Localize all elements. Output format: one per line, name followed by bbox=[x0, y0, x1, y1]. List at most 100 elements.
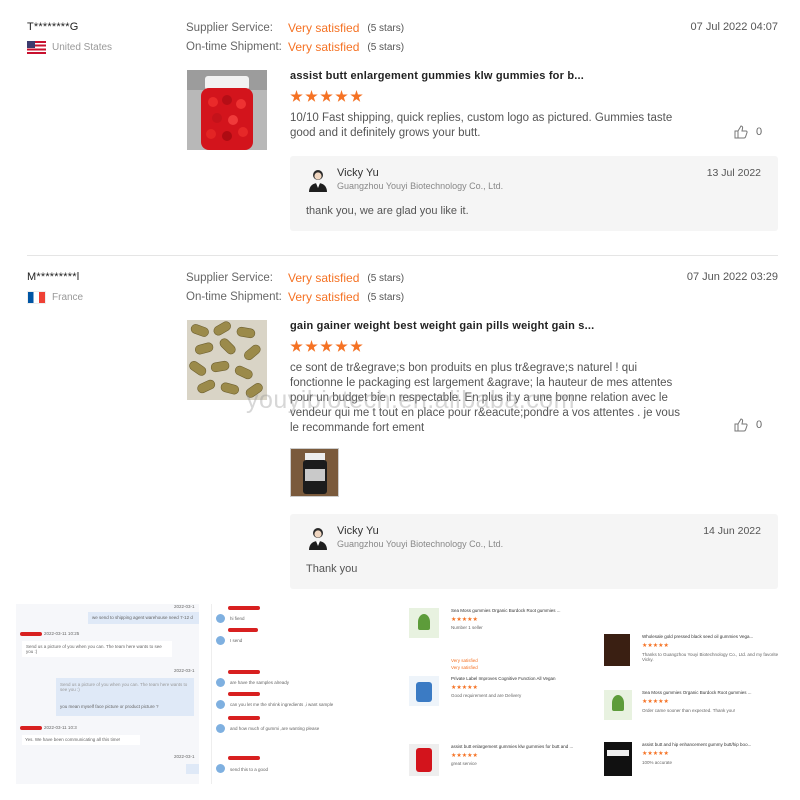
list-comment: Thanks to Guangzhou Youyi Biotechnology … bbox=[642, 652, 779, 662]
reply-author: Vicky Yu bbox=[337, 525, 379, 537]
red-redaction bbox=[228, 756, 260, 760]
star-icon bbox=[320, 90, 333, 102]
list-comment: great service bbox=[451, 761, 477, 766]
product-thumbnail[interactable] bbox=[187, 70, 267, 150]
reply-author: Vicky Yu bbox=[337, 167, 379, 179]
shipment-stars: (5 stars) bbox=[367, 41, 405, 53]
list-shipment-value: Very satisfied bbox=[451, 665, 478, 670]
shipment-stars: (5 stars) bbox=[367, 291, 405, 303]
reply-text: thank you, we are glad you like it. bbox=[306, 205, 469, 217]
review-list-screenshot-1: Sea Moss gummies Organic Burdock Root gu… bbox=[405, 604, 587, 784]
list-stars: ★★★★★ bbox=[451, 753, 478, 759]
star-icon bbox=[335, 90, 348, 102]
review-list-screenshot-2: Wholesale gold pressed black seed oil gu… bbox=[600, 604, 784, 784]
supplier-service-value: Very satisfied bbox=[288, 21, 360, 35]
red-redaction bbox=[228, 716, 260, 720]
chat-text: Send us a picture of you when you can. T… bbox=[26, 644, 162, 654]
chat-time: 2022-03-11 10:25 bbox=[44, 631, 80, 636]
chat-avatar-icon bbox=[216, 724, 225, 733]
reply-date: 13 Jul 2022 bbox=[706, 167, 761, 179]
like-button[interactable]: 0 bbox=[734, 125, 762, 139]
divider bbox=[27, 255, 778, 256]
reply-date: 14 Jun 2022 bbox=[703, 525, 761, 537]
chat-time: 2022-03-1 bbox=[174, 604, 195, 609]
product-thumb-icon bbox=[409, 676, 439, 706]
review-comment: ce sont de tr&egrave;s bon produits en p… bbox=[290, 362, 680, 434]
product-thumbnail[interactable] bbox=[187, 320, 267, 400]
reply-company: Guangzhou Youyi Biotechnology Co., Ltd. bbox=[337, 539, 504, 549]
review-attachment-image[interactable] bbox=[290, 448, 339, 497]
star-icon bbox=[290, 90, 303, 102]
list-stars: ★★★★★ bbox=[451, 617, 478, 623]
supplier-service-label: Supplier Service: bbox=[186, 22, 273, 34]
chat-bubble-received: Yes. We have been communicating all this… bbox=[22, 735, 140, 745]
chat-text: Yes. We have been communicating all this… bbox=[25, 737, 121, 742]
list-service-value: Very satisfied bbox=[451, 658, 478, 663]
rating-stars bbox=[290, 90, 363, 103]
star-icon bbox=[350, 90, 363, 102]
shipment-value: Very satisfied bbox=[288, 290, 360, 304]
star-icon bbox=[305, 90, 318, 102]
chat-bubble-sent bbox=[186, 764, 199, 774]
rating-stars bbox=[290, 340, 363, 353]
gummy-bottle-image bbox=[187, 70, 267, 150]
star-icon bbox=[290, 340, 303, 352]
supplier-service-label: Supplier Service: bbox=[186, 272, 273, 284]
list-comment: Number 1 seller bbox=[451, 625, 483, 630]
chat-bubble-sent: Send us a picture of you when you can. T… bbox=[56, 678, 194, 716]
list-comment: Order came sooner than expected. Thank y… bbox=[642, 708, 735, 713]
buyer-name: T********G bbox=[27, 21, 79, 33]
list-comment: Good requirement and are Delivery bbox=[451, 693, 522, 698]
list-title: assist butt and hip enhancement gummy bu… bbox=[642, 742, 752, 747]
chat-bubble-received: Send us a picture of you when you can. T… bbox=[22, 641, 172, 657]
chat-avatar-icon bbox=[216, 764, 225, 773]
avatar bbox=[309, 170, 327, 192]
list-title: Sea Moss gummies Organic Burdock Root gu… bbox=[642, 690, 752, 695]
list-stars: ★★★★★ bbox=[642, 751, 669, 757]
list-title: assist butt enlargement gummies klw gumm… bbox=[451, 744, 574, 749]
product-thumb-icon bbox=[409, 608, 439, 638]
list-stars: ★★★★★ bbox=[642, 643, 669, 649]
red-redaction bbox=[228, 606, 260, 610]
chat-text: are have the samples already bbox=[230, 680, 290, 685]
review-comment: 10/10 Fast shipping, quick replies, cust… bbox=[290, 112, 673, 139]
chat-screenshot-1: 2022-03-1 we send to shipping agent ware… bbox=[16, 604, 199, 784]
star-icon bbox=[305, 340, 318, 352]
product-title-link[interactable]: assist butt enlargement gummies klw gumm… bbox=[290, 70, 584, 82]
supplier-service-stars: (5 stars) bbox=[367, 272, 405, 284]
shipment-label: On-time Shipment: bbox=[186, 291, 282, 303]
shipment-value: Very satisfied bbox=[288, 40, 360, 54]
star-icon bbox=[320, 340, 333, 352]
list-title: Wholesale gold pressed black seed oil gu… bbox=[642, 634, 754, 639]
supplier-service-value: Very satisfied bbox=[288, 271, 360, 285]
list-comment: 100% accurate bbox=[642, 760, 673, 765]
product-thumb-icon bbox=[604, 690, 632, 720]
supplement-bottle-photo bbox=[291, 449, 338, 496]
shipment-row: On-time Shipment: Very satisfied (5 star… bbox=[186, 290, 404, 304]
chat-text: send this to a good bbox=[230, 767, 269, 772]
chat-avatar-icon bbox=[216, 700, 225, 709]
fr-flag-icon bbox=[27, 291, 46, 304]
chat-quote: Send us a picture of you when you can. T… bbox=[60, 682, 188, 692]
product-title-link[interactable]: gain gainer weight best weight gain pill… bbox=[290, 320, 594, 332]
country-label: France bbox=[52, 292, 84, 303]
chat-time: 2022-03-1 bbox=[174, 668, 195, 673]
review-date: 07 Jun 2022 03:29 bbox=[686, 271, 778, 283]
star-icon bbox=[335, 340, 348, 352]
like-count: 0 bbox=[756, 419, 763, 431]
shipment-label: On-time Shipment: bbox=[186, 41, 282, 53]
red-redaction bbox=[228, 670, 260, 674]
us-flag-icon bbox=[27, 41, 46, 54]
seller-reply: Vicky Yu Guangzhou Youyi Biotechnology C… bbox=[290, 514, 778, 589]
chat-text: we send to shipping agent warehouse need… bbox=[92, 615, 193, 620]
avatar bbox=[309, 528, 327, 550]
supplier-service-row: Supplier Service: Very satisfied (5 star… bbox=[186, 21, 404, 35]
like-count: 0 bbox=[756, 126, 763, 138]
product-thumb-icon bbox=[604, 742, 632, 776]
shipment-row: On-time Shipment: Very satisfied (5 star… bbox=[186, 40, 404, 54]
chat-time: 2022-03-1 bbox=[174, 754, 195, 759]
buyer-name: M*********l bbox=[27, 271, 80, 283]
chat-text: can you let me the shrink ingredients ,i… bbox=[230, 702, 334, 707]
chat-bubble-sent: we send to shipping agent warehouse need… bbox=[88, 612, 199, 624]
like-button[interactable]: 0 bbox=[734, 418, 762, 432]
